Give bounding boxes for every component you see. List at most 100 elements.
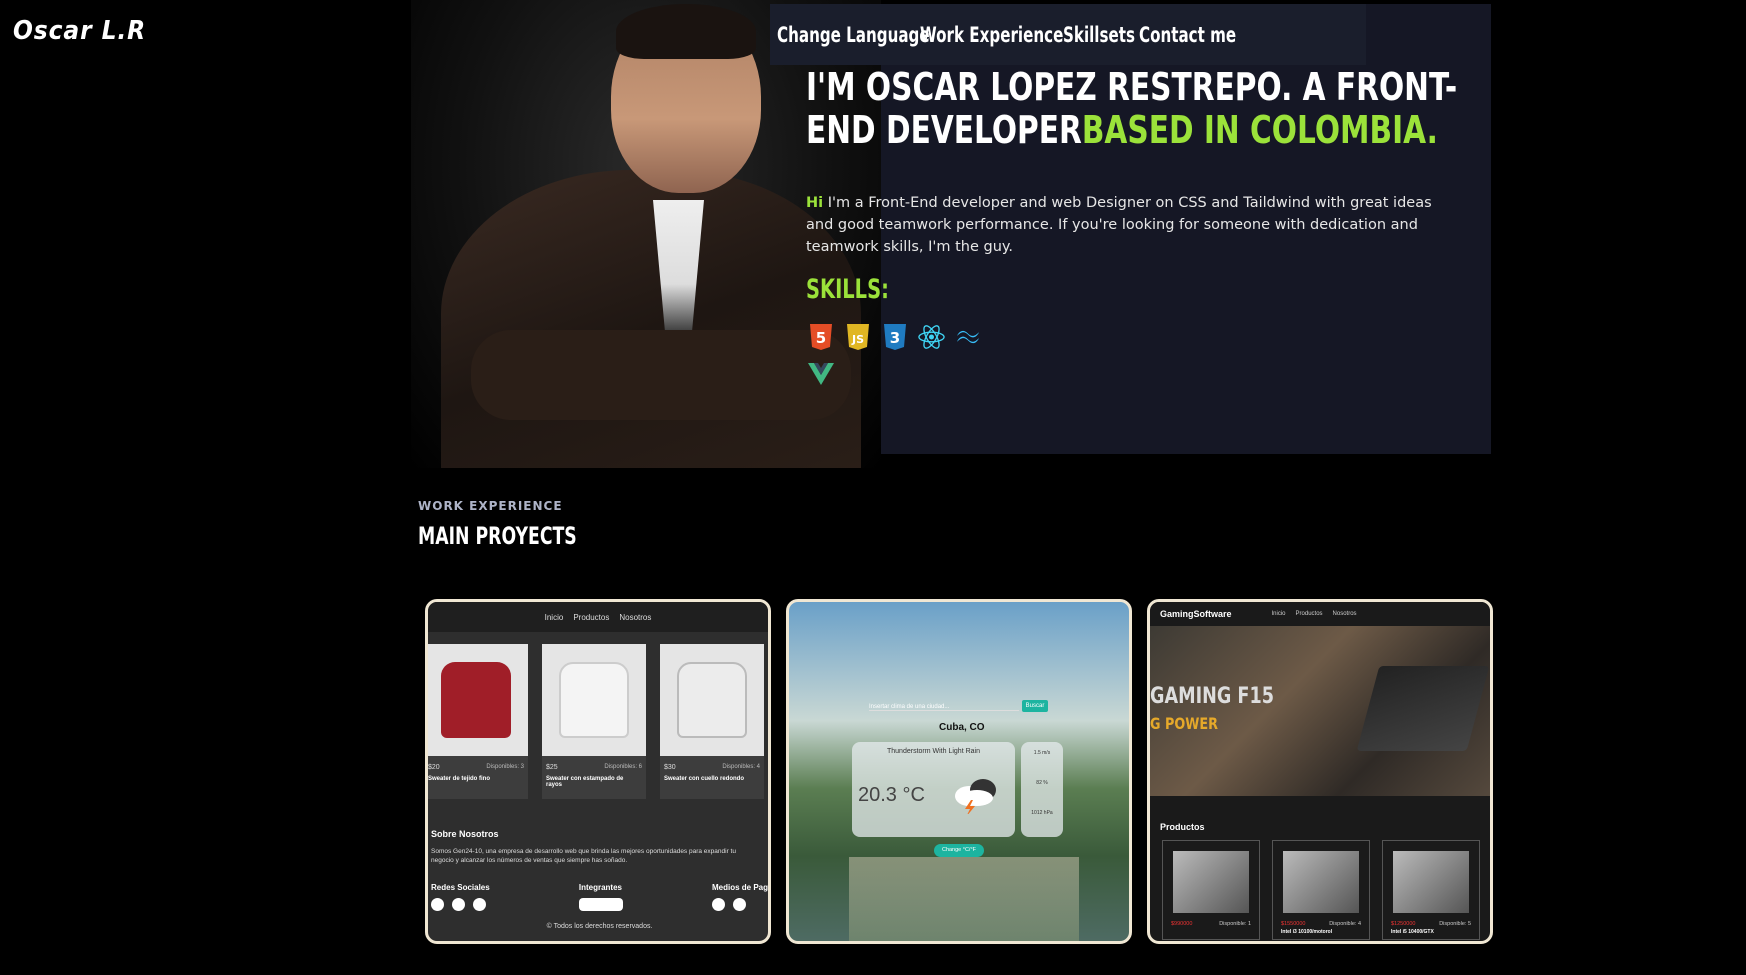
members-icon — [578, 898, 623, 911]
gaming-nav-inicio: Inicio — [1271, 611, 1286, 617]
about-title: Sobre Nosotros — [431, 829, 499, 839]
gaming-nav-nosotros: Nosotros — [1332, 611, 1357, 617]
product-stock: Disponible: 4 — [1329, 921, 1361, 927]
product-image — [428, 644, 528, 756]
product-name: Intel i5 10400/GTX — [1391, 929, 1434, 935]
weather-side-panel: 1.5 m/s 82 % 1012 hPa — [1021, 742, 1063, 837]
member-icons — [578, 898, 623, 911]
wind-value: 1.5 m/s — [1033, 750, 1051, 756]
store-rights: © Todos los derechos reservados. — [546, 923, 653, 930]
hero-intro: Hi I'm a Front-End developer and web Des… — [806, 192, 1446, 258]
linkedin-icon — [473, 898, 486, 911]
intro-hi: Hi — [806, 195, 824, 211]
banner-title: GAMING F15 — [1150, 684, 1274, 709]
pressure-value: 1012 hPa — [1031, 810, 1053, 816]
store-nav-nosotros: Nosotros — [619, 612, 652, 622]
skill-icons: 5 JS 3 — [806, 322, 986, 388]
humidity-value: 82 % — [1036, 780, 1048, 786]
nav-work-experience[interactable]: Work Experience — [920, 23, 1063, 47]
svg-text:JS: JS — [850, 333, 863, 346]
about-text: Somos Gen24-10, una empresa de desarroll… — [431, 848, 736, 864]
store-topbar: Inicio Productos Nosotros — [428, 602, 768, 632]
sweater-image — [559, 662, 629, 738]
product-price: $30 — [664, 764, 676, 771]
intro-text: I'm a Front-End developer and web Design… — [806, 195, 1432, 255]
storm-cloud-icon — [955, 779, 996, 814]
product-name: Sweater con estampado de rayos — [546, 776, 624, 788]
weather-change-unit-button: Change °C/°F — [934, 844, 984, 857]
cash-icon — [732, 898, 746, 911]
product-price: $25 — [546, 764, 558, 771]
footer-col-title: Redes Sociales — [431, 883, 490, 892]
product-name: Sweater con cuello redondo — [664, 776, 745, 782]
headline-highlight: BASED IN COLOMBIA. — [1081, 108, 1438, 152]
product-price: $1250000 — [1391, 921, 1416, 927]
site-logo[interactable]: Oscar L.R — [13, 16, 146, 46]
gaming-brand: GamingSoftware — [1160, 609, 1232, 619]
sweater-image — [441, 662, 511, 738]
nav-contact-me[interactable]: Contact me — [1139, 23, 1236, 47]
footer-col-title: Integrantes — [578, 883, 622, 892]
card-icon — [711, 898, 725, 911]
product-name: Intel i3 10100/motorol — [1281, 929, 1333, 935]
work-section-label: WORK EXPERIENCE — [418, 499, 563, 513]
payment-icons — [711, 898, 768, 911]
product-image — [660, 644, 764, 756]
weather-temp: 20.3 °C — [858, 784, 925, 806]
footer-col: Medios de Pag — [711, 883, 768, 911]
product-image — [1173, 851, 1249, 913]
project-card-store[interactable]: Inicio Productos Nosotros $20 Disponible… — [425, 599, 771, 944]
product-stock: Disponibles: 3 — [486, 764, 524, 770]
store-nav-productos: Productos — [573, 612, 610, 622]
product-stock: Disponible: 1 — [1219, 921, 1251, 927]
gaming-product: $1550000 Disponible: 4 Intel i3 10100/moto… — [1272, 840, 1370, 940]
javascript-icon: JS — [843, 322, 872, 351]
work-section-title: MAIN PROYECTS — [418, 522, 577, 550]
photo-arms — [471, 330, 851, 420]
store-product: $30 Disponibles: 4 Sweater con cuello re… — [660, 644, 764, 799]
gaming-product: $1250000 Disponible: 5 Intel i5 10400/GTX — [1382, 840, 1480, 940]
nav-skillsets[interactable]: Skillsets — [1063, 23, 1145, 47]
product-name: Sweater de tejido fino — [428, 776, 491, 782]
product-image — [542, 644, 646, 756]
product-price: $1550000 — [1281, 921, 1306, 927]
product-price: $20 — [428, 764, 440, 771]
store-footer: Redes Sociales Integrantes Medios de Pag — [431, 883, 768, 911]
store-about: Sobre Nosotros Somos Gen24-10, una empre… — [428, 829, 768, 930]
sweater-image — [677, 662, 747, 738]
photo-hair — [616, 4, 756, 59]
banner-subtitle: G POWER — [1150, 714, 1218, 733]
store-nav-inicio: Inicio — [544, 612, 564, 622]
github-icon — [431, 898, 444, 911]
gaming-products-title: Productos — [1160, 822, 1205, 832]
html5-icon: 5 — [806, 322, 835, 351]
project-card-gaming[interactable]: GamingSoftware Inicio Productos Nosotros… — [1147, 599, 1493, 944]
product-stock: Disponibles: 6 — [604, 764, 642, 770]
store-product: $20 Disponibles: 3 Sweater de tejido fin… — [428, 644, 528, 799]
social-icons — [431, 898, 490, 911]
gaming-products: $990000 Disponible: 1 $1550000 Disponible:… — [1162, 840, 1490, 940]
css3-icon: 3 — [880, 322, 909, 351]
gaming-banner: GAMING F15 G POWER — [1150, 626, 1490, 796]
main-nav: Change Language Work Experience Skillset… — [770, 4, 1366, 65]
store-products: $20 Disponibles: 3 Sweater de tejido fin… — [428, 632, 768, 799]
hero-headline: I'M OSCAR LOPEZ RESTREPO. A FRONT-END DE… — [806, 66, 1477, 152]
mail-icon — [452, 898, 465, 911]
weather-search-button: Buscar — [1022, 700, 1048, 712]
footer-col-title: Medios de Pag — [711, 883, 768, 892]
gaming-nav-productos: Productos — [1295, 611, 1323, 617]
product-stock: Disponible: 5 — [1439, 921, 1471, 927]
svg-text:3: 3 — [889, 329, 899, 347]
tailwind-icon — [954, 322, 983, 351]
footer-col: Integrantes — [578, 883, 623, 911]
svg-text:5: 5 — [815, 329, 825, 347]
project-card-weather[interactable]: Insertar clima de una ciudad... Buscar C… — [786, 599, 1132, 944]
vue-icon — [806, 359, 835, 388]
product-image — [1283, 851, 1359, 913]
product-stock: Disponibles: 4 — [722, 764, 760, 770]
nav-change-language[interactable]: Change Language — [777, 23, 930, 47]
product-image — [1393, 851, 1469, 913]
store-product: $25 Disponibles: 6 Sweater con estampado… — [542, 644, 646, 799]
react-icon — [917, 322, 946, 351]
laptop-image — [1356, 666, 1490, 751]
